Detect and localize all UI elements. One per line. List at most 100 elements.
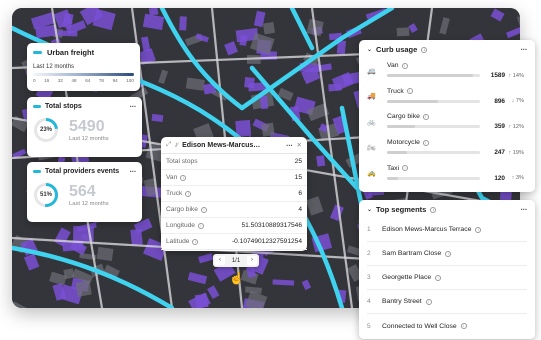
info-icon[interactable]: i (430, 206, 437, 213)
legend-tick: 32 (57, 78, 63, 83)
segment-list-item[interactable]: 3 Georgette Place i (367, 266, 527, 290)
more-options-icon[interactable]: ··· (286, 141, 293, 150)
popup-row-label: Van (166, 174, 178, 181)
curb-usage-change: ↑ 14% (508, 72, 524, 79)
info-icon[interactable]: i (401, 62, 408, 69)
info-icon[interactable]: i (197, 222, 204, 229)
info-icon[interactable]: i (435, 274, 442, 281)
info-icon[interactable]: i (421, 46, 428, 53)
info-icon[interactable]: i (422, 139, 429, 146)
curb-usage-item[interactable]: 🚚 Truck i 896 ↓ 7% (367, 84, 527, 110)
curb-usage-change: ↑ 19% (508, 149, 524, 156)
curb-usage-item[interactable]: 🏍 Motorcycle i 247 ↑ 19% (367, 135, 527, 161)
building-block (262, 21, 276, 35)
segment-list-item[interactable]: 1 Edison Mews-Marcus Terrace i (367, 218, 527, 242)
info-icon[interactable]: i (445, 250, 452, 257)
usage-bar-track (387, 125, 480, 129)
building-block (396, 27, 410, 37)
close-icon[interactable]: ✕ (297, 141, 302, 149)
legend-ticks: 0 16 32 48 64 78 94 100 (33, 78, 134, 83)
total-providers-title: Total providers events (45, 168, 120, 175)
usage-bar-fill (387, 176, 399, 180)
dashboard: Urban freight Last 12 months 0 16 32 48 … (0, 0, 541, 340)
segment-rank: 5 (367, 322, 371, 330)
curb-usage-label: Cargo bike (387, 113, 420, 121)
segment-popup: ⤢ /∕ Edison Mews-Marcus… ··· ✕ Total sto… (161, 137, 307, 251)
curb-usage-value: 247 (494, 149, 505, 157)
legend-tick: 78 (98, 78, 104, 83)
popup-row: Van i 15 (161, 170, 307, 186)
more-options-icon[interactable]: ··· (521, 45, 528, 54)
popup-row: Longitude i 51.50310889317546 (161, 218, 307, 234)
info-icon[interactable]: i (185, 190, 192, 197)
taxi-icon: 🚕 (367, 170, 376, 178)
building-block (179, 16, 187, 31)
series-swatch (33, 105, 41, 108)
usage-bar-fill (387, 125, 415, 129)
info-icon[interactable]: i (460, 323, 467, 329)
segment-name: Bantry Street (382, 298, 422, 305)
info-icon[interactable]: i (180, 174, 187, 181)
legend-tick: 64 (85, 78, 91, 83)
curb-usage-label: Van (387, 62, 399, 70)
curb-usage-item[interactable]: 🚐 Van i 1589 ↑ 14% (367, 58, 527, 84)
info-icon[interactable]: i (422, 113, 429, 120)
usage-bar-track (387, 99, 480, 103)
pager-label: 1/1 (231, 257, 241, 264)
building-block (63, 268, 75, 280)
segment-list-item[interactable]: 2 Sam Bartram Close i (367, 242, 527, 266)
info-icon[interactable]: i (200, 206, 207, 213)
chevron-down-icon[interactable]: ⌄ (367, 46, 372, 53)
curb-usage-item[interactable]: 🚕 Taxi i 120 ↑ 3% (367, 160, 527, 186)
popup-row-value: 4 (298, 206, 302, 213)
chevron-down-icon[interactable]: ⌄ (367, 206, 372, 213)
legend-subtitle: Last 12 months (33, 64, 75, 70)
segment-rank: 1 (367, 226, 371, 233)
previous-button[interactable]: ‹ (215, 256, 225, 265)
curb-usage-item[interactable]: 🚲 Cargo bike i 359 ↑ 12% (367, 109, 527, 135)
curb-usage-title: Curb usage (376, 45, 418, 54)
period-caption: Last 12 months (69, 200, 109, 207)
hand-cursor-icon: ☝ (229, 271, 244, 285)
curb-usage-change: ↓ 7% (511, 98, 524, 105)
segment-name: Edison Mews-Marcus Terrace (382, 226, 472, 233)
legend-swatch (33, 51, 42, 54)
popup-row-value: 51.50310889317546 (241, 222, 302, 229)
popup-row-value: 15 (294, 174, 302, 181)
info-icon[interactable]: i (192, 238, 199, 245)
expand-icon[interactable]: ⤢ (166, 141, 171, 149)
info-icon[interactable]: i (406, 88, 413, 95)
curb-usage-change: ↑ 12% (508, 123, 524, 130)
popup-row-value: 25 (294, 158, 302, 165)
legend-title: Urban freight (47, 48, 95, 57)
curb-usage-panel: ⌄ Curb usage i ··· 🚐 Van i 1589 ↑ 14% 🚚 Truck i… (359, 40, 535, 192)
building-block (194, 293, 209, 308)
popup-pager: ‹ 1/1 › (213, 254, 259, 267)
popup-row-label: Cargo bike (166, 206, 198, 213)
total-stops-value: 5490 (69, 117, 105, 135)
more-options-icon[interactable]: ··· (130, 167, 137, 176)
popup-row-value: -0.10749012327591254 (231, 238, 302, 245)
building-block (261, 122, 275, 137)
segment-list-item[interactable]: 4 Bantry Street i (367, 290, 527, 314)
curb-usage-list: 🚐 Van i 1589 ↑ 14% 🚚 Truck i 896 ↓ 7% 🚲 Cargo bike i… (367, 58, 527, 186)
segment-rank: 4 (367, 298, 371, 305)
building-block (151, 113, 164, 123)
total-providers-value: 564 (69, 182, 96, 200)
more-options-icon[interactable]: ··· (521, 205, 528, 214)
popup-row: Truck i 6 (161, 186, 307, 202)
more-options-icon[interactable]: ··· (130, 102, 137, 111)
info-icon[interactable]: i (402, 165, 409, 172)
curb-usage-value: 1589 (490, 72, 505, 80)
percent-ring: 51% (33, 182, 59, 208)
legend-tick: 16 (44, 78, 50, 83)
segment-list-item[interactable]: 5 Connected to Well Close i (367, 314, 527, 338)
info-icon[interactable]: i (425, 298, 432, 305)
van-icon: 🚐 (367, 67, 376, 75)
truck-icon: 🚚 (367, 93, 376, 101)
info-icon[interactable]: i (475, 226, 482, 233)
curb-usage-label: Taxi (387, 164, 400, 172)
next-button[interactable]: › (247, 256, 257, 265)
popup-row: Latitude i -0.10749012327591254 (161, 234, 307, 250)
percent-label: 23% (39, 127, 52, 133)
